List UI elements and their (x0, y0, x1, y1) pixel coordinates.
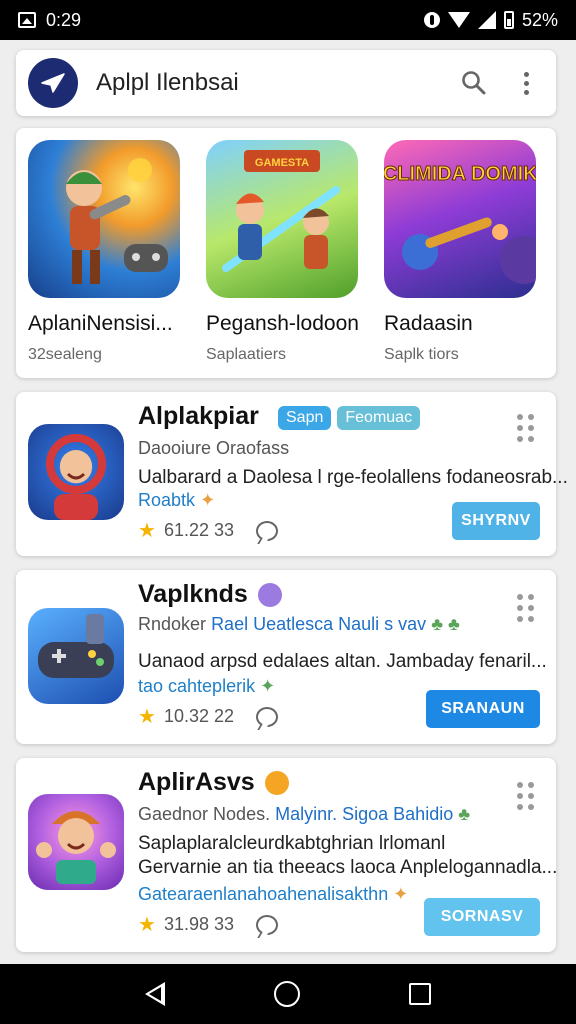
app-title-text: AplirAsvs (138, 768, 255, 796)
leaf-icon: ♣ (458, 804, 471, 824)
featured-game-art[interactable]: GAMESTA (206, 140, 358, 298)
app-rating: ★ 61.22 33 (138, 518, 279, 543)
app-link-text: Roabtk (138, 490, 196, 510)
rating-value: 61.22 33 (163, 520, 235, 540)
system-navigation-bar (0, 964, 576, 1024)
featured-game-art[interactable] (28, 140, 180, 298)
app-description: Saplaplaralcleurdkabtghrian lrlomanl (138, 833, 446, 854)
app-developer: Daooiure Oraofass (138, 438, 290, 458)
featured-subtitle: Saplk tiors (384, 346, 459, 363)
app-link[interactable]: tao cahteplerik ✦ (138, 676, 275, 697)
sparkle-icon: ✦ (260, 676, 276, 696)
featured-art-text: GAMESTA (255, 157, 309, 169)
more-options-button[interactable] (508, 65, 544, 101)
app-link[interactable]: Gatearaenlanahoahenalisakthn ✦ (138, 884, 408, 905)
app-bar: Aplpl Ilenbsai (16, 50, 556, 116)
app-title: Vaplknds (138, 580, 282, 609)
app-link[interactable]: Roabtk ✦ (138, 490, 215, 511)
star-icon: ★ (138, 706, 156, 728)
install-button[interactable]: SRANAUN (426, 690, 540, 728)
app-description: Ualbarard a Daolesa l rge-feolallens fod… (138, 467, 568, 488)
wifi-icon (447, 12, 470, 28)
featured-item[interactable]: GAMESTA Pegansh-lodoon Saplaatiers (206, 140, 366, 378)
app-link-text: Gatearaenlanahoahenalisakthn (138, 884, 389, 904)
developer-name: Rndoker (138, 614, 207, 634)
featured-title: Radaasin (384, 312, 473, 335)
install-button[interactable]: SORNASV (424, 898, 540, 936)
app-title: Aplpl Ilenbsai (96, 69, 239, 96)
featured-carousel: AplaniNensisi... 32sealeng GAMESTA Pegan… (16, 128, 556, 378)
sparkle-icon: ✦ (393, 884, 409, 904)
featured-art-title: ACLIMIDA DOMIKON (384, 163, 536, 185)
app-rating: ★ 10.32 22 (138, 704, 279, 729)
app-logo[interactable] (28, 58, 78, 108)
image-notification-icon (18, 12, 36, 28)
tag-chip[interactable]: Sapn (278, 406, 332, 430)
emoji-icon (264, 771, 289, 796)
tag-chips: Sapn Feomuac (278, 406, 421, 430)
app-thumbnail[interactable] (28, 608, 124, 704)
comment-icon[interactable] (256, 520, 279, 541)
developer-tagline: Malyinr. Sigoa Bahidio (275, 804, 454, 824)
app-thumbnail[interactable] (28, 794, 124, 890)
featured-title: AplaniNensisi... (28, 312, 173, 335)
rating-value: 10.32 22 (163, 706, 235, 726)
app-description: Gervarnie an tia theeacs laoca Anpleloga… (138, 857, 558, 878)
drag-handle-icon[interactable] (517, 414, 534, 442)
app-link-text: tao cahteplerik (138, 676, 256, 696)
search-button[interactable] (456, 65, 492, 101)
app-thumbnail[interactable] (28, 424, 124, 520)
search-icon (462, 71, 486, 95)
install-button[interactable]: SHYRNV (452, 502, 540, 540)
home-icon[interactable] (273, 981, 300, 1007)
back-icon[interactable] (144, 982, 165, 1006)
recent-apps-icon[interactable] (409, 983, 432, 1005)
featured-item[interactable]: AplaniNensisi... 32sealeng (28, 140, 188, 378)
status-bar: 0:29 52% (0, 0, 576, 40)
developer-name: Gaednor Nodes. (138, 804, 271, 824)
app-developer: Rndoker Rael Ueatlesca Nauli s vav ♣ ♣ (138, 614, 460, 635)
app-title: AplirAsvs (138, 768, 289, 797)
game-character-illustration (66, 158, 168, 284)
app-title-text: Vaplknds (138, 580, 248, 608)
signal-icon (477, 11, 496, 29)
waving-character-illustration (36, 811, 116, 884)
status-time: 0:29 (46, 9, 82, 30)
app-list-card[interactable]: AplirAsvs Gaednor Nodes. Malyinr. Sigoa … (16, 758, 558, 952)
leaf-icon: ♣ ♣ (431, 614, 460, 634)
featured-subtitle: 32sealeng (28, 346, 102, 363)
featured-subtitle: Saplaatiers (206, 346, 287, 363)
emoji-icon (257, 583, 282, 608)
gamepad-illustration (38, 614, 114, 678)
app-rating: ★ 31.98 33 (138, 912, 279, 937)
battery-icon (503, 11, 514, 29)
rating-value: 31.98 33 (163, 914, 235, 934)
drag-handle-icon[interactable] (517, 594, 534, 622)
comment-icon[interactable] (256, 706, 279, 727)
app-developer: Gaednor Nodes. Malyinr. Sigoa Bahidio ♣ (138, 804, 470, 825)
comment-icon[interactable] (256, 914, 279, 935)
game-battle-illustration: ACLIMIDA DOMIKON (384, 163, 536, 284)
game-heroes-illustration: GAMESTA (222, 150, 340, 272)
app-list-card[interactable]: Vaplknds Rndoker Rael Ueatlesca Nauli s … (16, 570, 556, 744)
paper-plane-icon (41, 73, 65, 93)
star-icon: ★ (138, 520, 156, 542)
drag-handle-icon[interactable] (517, 782, 534, 810)
featured-game-art[interactable]: ACLIMIDA DOMIKON (384, 140, 536, 298)
star-icon: ★ (138, 914, 156, 936)
app-description: Uanaod arpsd edalaes altan. Jambaday fen… (138, 651, 547, 672)
astronaut-character-illustration (46, 434, 106, 520)
sparkle-icon: ✦ (200, 490, 216, 510)
more-vert-icon (523, 71, 529, 95)
featured-item[interactable]: ACLIMIDA DOMIKON Radaasin Saplk tiors (384, 140, 544, 378)
app-list-card[interactable]: Alplakpiar Sapn Feomuac Daooiure Oraofas… (16, 392, 568, 556)
battery-percent: 52% (521, 9, 558, 30)
developer-tagline: Rael Ueatlesca Nauli s vav (211, 614, 427, 634)
do-not-disturb-icon (423, 12, 440, 28)
tag-chip[interactable]: Feomuac (337, 406, 421, 430)
featured-title: Pegansh-lodoon (206, 312, 359, 335)
app-title: Alplakpiar (138, 402, 259, 430)
